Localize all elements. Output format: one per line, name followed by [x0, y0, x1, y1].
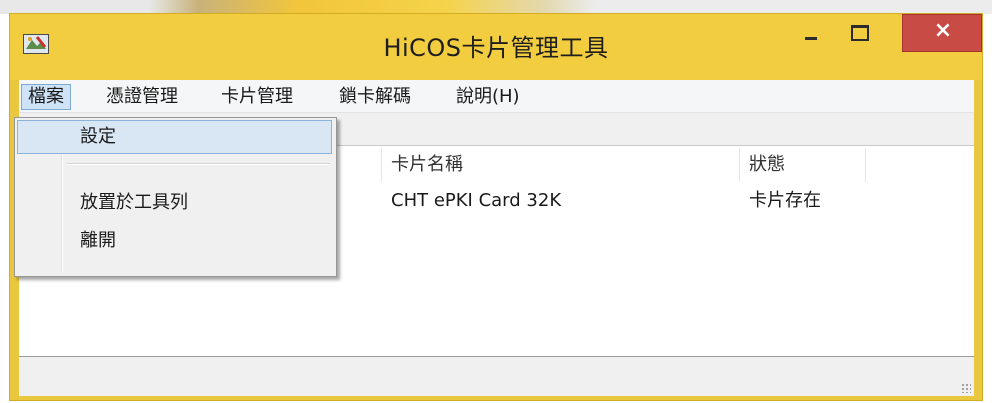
menu-item-settings[interactable]: 設定 [17, 120, 332, 154]
desktop-background [0, 0, 992, 14]
menu-help[interactable]: 說明(H) [450, 84, 526, 110]
menu-separator [67, 163, 330, 165]
title-bar[interactable]: HiCOS卡片管理工具 × [10, 14, 982, 80]
menu-certificate-management[interactable]: 憑證管理 [100, 84, 184, 110]
menu-item-pin-to-tray[interactable]: 放置於工具列 [17, 186, 332, 220]
card-name-cell[interactable]: CHT ePKI Card 32K [382, 186, 740, 216]
menu-item-exit[interactable]: 離開 [17, 224, 332, 258]
menu-file[interactable]: 檔案 [21, 84, 71, 110]
menu-bar: 檔案 憑證管理 卡片管理 鎖卡解碼 說明(H) [19, 80, 974, 113]
file-menu-dropdown: 設定 放置於工具列 離開 [14, 117, 337, 277]
column-header-status[interactable]: 狀態 [740, 148, 866, 182]
column-header-card-name[interactable]: 卡片名稱 [382, 148, 740, 182]
card-status-cell[interactable]: 卡片存在 [740, 186, 866, 216]
minimize-button[interactable] [788, 14, 834, 52]
maximize-button[interactable] [836, 14, 882, 52]
close-button[interactable]: × [902, 14, 982, 52]
maximize-icon [851, 25, 869, 41]
status-bar [19, 357, 974, 396]
minimize-icon [805, 37, 817, 40]
menu-card-management[interactable]: 卡片管理 [215, 84, 299, 110]
close-icon: × [933, 18, 953, 43]
menu-unlock-card[interactable]: 鎖卡解碼 [333, 84, 417, 110]
resize-grip-icon[interactable] [961, 383, 971, 393]
